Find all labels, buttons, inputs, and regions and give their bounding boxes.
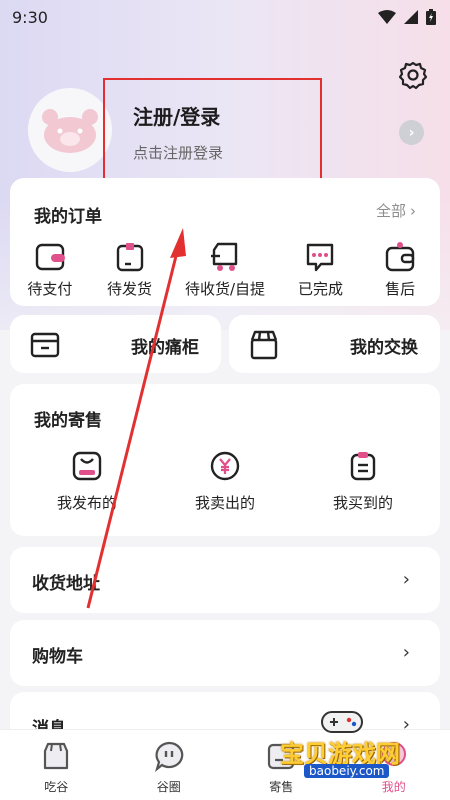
order-item-pending-receipt[interactable]: 待收货/自提 — [169, 240, 280, 299]
bear-avatar-icon — [42, 109, 98, 153]
order-item-after-sales[interactable]: 售后 — [360, 240, 440, 299]
row-label: 购物车 — [32, 647, 83, 667]
chevron-right-icon: › — [408, 124, 415, 141]
orders-all-label: 全部 — [375, 202, 406, 220]
wifi-icon — [378, 10, 396, 24]
refund-wallet-icon — [385, 242, 415, 272]
cart-row[interactable]: 购物车 › — [10, 620, 440, 686]
consign-card: 我的寄售 我发布的 我卖出的 我买到的 — [10, 384, 440, 536]
order-item-completed[interactable]: 已完成 — [281, 240, 361, 299]
nav-item-eat[interactable]: 吃谷 — [0, 730, 113, 800]
wallet-card-icon — [35, 243, 65, 271]
store-icon — [44, 742, 69, 770]
order-item-label: 待收货/自提 — [184, 280, 266, 298]
chevron-right-icon: › — [402, 642, 410, 663]
consign-item-label: 我发布的 — [56, 494, 117, 512]
battery-icon — [426, 9, 436, 25]
status-icons — [378, 9, 436, 25]
my-cabinet-label: 我的痛柜 — [131, 338, 199, 358]
orders-title: 我的订单 — [34, 207, 102, 227]
my-exchange-card[interactable]: 我的交换 — [229, 315, 440, 373]
consign-list: 我发布的 我卖出的 我买到的 — [10, 450, 440, 513]
chat-circle-icon — [154, 741, 184, 772]
gamepad-icon — [321, 711, 363, 733]
order-item-label: 已完成 — [297, 280, 343, 298]
order-item-pending-shipment[interactable]: 待发货 — [90, 240, 170, 299]
my-cabinet-card[interactable]: 我的痛柜 — [10, 315, 221, 373]
order-status-list: 待支付 待发货 待收货/自提 已完成 售后 — [10, 240, 440, 299]
gear-icon — [398, 61, 428, 90]
shop-exchange-icon — [250, 330, 278, 360]
address-row[interactable]: 收货地址 › — [10, 547, 440, 613]
orders-all-link[interactable]: 全部 › — [376, 200, 416, 221]
chevron-right-icon: › — [410, 201, 416, 220]
consign-item-bought[interactable]: 我买到的 — [303, 450, 423, 513]
watermark-logo: 宝贝游戏网 baobeiy.com — [268, 700, 450, 782]
status-time: 9:30 — [12, 7, 48, 27]
order-item-label: 售后 — [385, 280, 416, 298]
consign-item-sold[interactable]: 我卖出的 — [165, 450, 285, 513]
watermark-url: baobeiy.com — [304, 764, 390, 778]
my-exchange-label: 我的交换 — [350, 338, 418, 358]
avatar[interactable] — [28, 88, 112, 172]
status-bar: 9:30 — [0, 0, 450, 34]
order-item-label: 待发货 — [107, 280, 153, 298]
cabinet-icon — [30, 332, 60, 358]
consign-item-label: 我买到的 — [332, 494, 393, 512]
order-item-label: 待支付 — [27, 280, 73, 298]
consign-item-published[interactable]: 我发布的 — [27, 450, 147, 513]
settings-button[interactable] — [398, 60, 428, 90]
orders-card: 我的订单 全部 › 待支付 待发货 待收货/自提 已完成 售后 — [10, 178, 440, 306]
chevron-right-icon: › — [402, 569, 410, 590]
login-arrow-button[interactable]: › — [399, 120, 424, 145]
nav-item-circle[interactable]: 谷圈 — [113, 730, 226, 800]
chat-bubble-icon — [307, 243, 334, 272]
delivery-truck-icon — [211, 242, 238, 271]
published-bag-icon — [72, 451, 102, 481]
nav-label: 谷圈 — [156, 780, 181, 794]
nav-label: 吃谷 — [44, 780, 69, 794]
row-label: 收货地址 — [32, 574, 100, 594]
order-item-pending-payment[interactable]: 待支付 — [10, 240, 90, 299]
yen-coin-icon — [210, 451, 240, 481]
consign-item-label: 我卖出的 — [194, 494, 255, 512]
bought-note-icon — [350, 452, 376, 481]
consign-title: 我的寄售 — [34, 411, 102, 431]
package-box-icon — [116, 243, 143, 272]
signal-icon — [404, 10, 418, 24]
